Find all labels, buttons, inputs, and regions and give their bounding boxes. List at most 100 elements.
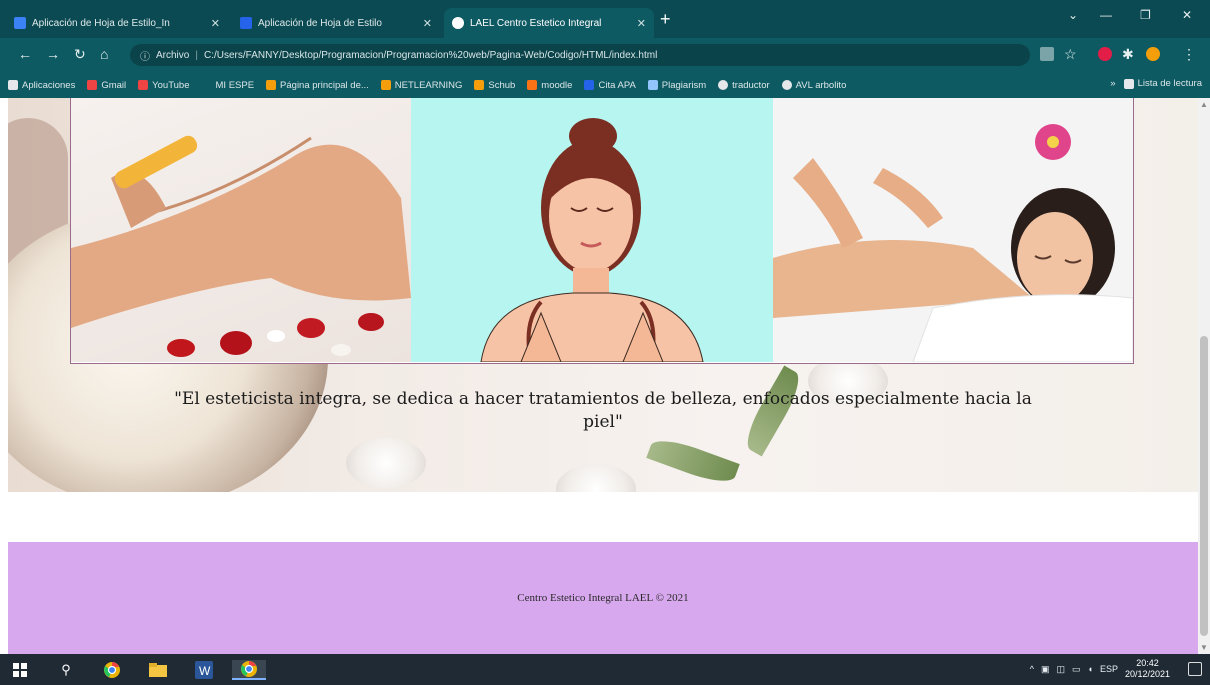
system-tray: ^ ▣ ◫ ▭ ◖ ESP 20:42 20/12/2021 — [1030, 658, 1170, 680]
gmail-icon — [87, 80, 98, 90]
page-footer: Centro Estetico Integral LAEL © 2021 — [8, 542, 1198, 654]
docs-icon — [14, 17, 26, 29]
wifi-icon[interactable]: ◫ — [1056, 664, 1065, 675]
background-leaf — [646, 433, 740, 489]
chrome-active-window[interactable] — [232, 660, 266, 680]
chrome-icon[interactable] — [102, 660, 122, 680]
bookmark-label: AVL arbolito — [795, 79, 847, 91]
bookmark-schub[interactable]: Schub — [474, 80, 515, 91]
bookmark-label: traductor — [732, 79, 770, 91]
bookmark-plagiarism[interactable]: Plagiarism — [647, 79, 707, 91]
tab-hoja-estilo[interactable]: Aplicación de Hoja de Estilo ✕ — [232, 8, 440, 38]
globe-icon — [452, 17, 464, 29]
notifications-icon[interactable] — [1188, 662, 1202, 676]
scroll-down-icon[interactable]: ▼ — [1200, 643, 1208, 652]
bookmarks-right: » Lista de lectura — [1110, 78, 1202, 89]
bookmark-avl[interactable]: AVL arbolito — [781, 79, 847, 91]
word-icon[interactable]: W — [194, 660, 214, 680]
tab-lael[interactable]: LAEL Centro Estetico Integral ✕ — [444, 8, 654, 38]
bookmark-moodle[interactable]: moodle — [527, 80, 572, 91]
tab-title: Aplicación de Hoja de Estilo — [258, 17, 382, 29]
apps-grid-icon — [8, 80, 18, 90]
home-icon[interactable]: ⌂ — [100, 47, 108, 61]
browser-toolbar: ← → ↻ ⌂ ⓘ Archivo | C:/Users/FANNY/Deskt… — [0, 38, 1210, 72]
scroll-thumb[interactable] — [1200, 336, 1208, 636]
reading-list-label: Lista de lectura — [1137, 78, 1202, 89]
scroll-up-icon[interactable]: ▲ — [1200, 100, 1208, 109]
reader-mode-icon[interactable] — [1040, 47, 1054, 61]
volume-icon[interactable]: ◖ — [1088, 664, 1093, 674]
espe-icon — [201, 80, 212, 90]
apa-icon — [584, 80, 595, 90]
reload-icon[interactable]: ↻ — [74, 47, 86, 61]
bookmark-label: YouTube — [152, 79, 190, 91]
language-indicator[interactable]: ESP — [1100, 664, 1118, 674]
app-tray-icon[interactable]: ▣ — [1041, 664, 1050, 675]
footer-text: Centro Estetico Integral LAEL © 2021 — [517, 592, 689, 604]
extension-adblock-icon[interactable] — [1098, 47, 1112, 61]
windows-start-icon[interactable] — [10, 660, 30, 680]
forward-icon[interactable]: → — [46, 47, 60, 61]
bookmark-mi-espe[interactable]: MI ESPE — [201, 79, 255, 91]
avatar[interactable] — [1146, 47, 1160, 61]
tab-search-icon[interactable]: ⌄ — [1068, 8, 1078, 22]
bookmark-label: MI ESPE — [215, 79, 255, 91]
schub-icon — [474, 80, 485, 90]
image-gallery — [70, 98, 1134, 364]
extensions-puzzle-icon[interactable]: ✱ — [1122, 47, 1134, 61]
windows-taskbar: ⚲ W ^ ▣ ◫ ▭ ◖ ESP 20:42 20/12/2021 — [0, 654, 1210, 685]
bookmark-gmail[interactable]: Gmail — [87, 80, 126, 91]
search-icon[interactable]: ⚲ — [56, 660, 76, 680]
massage-image — [773, 98, 1133, 362]
network-icon[interactable]: ▭ — [1072, 664, 1081, 675]
bookmark-traductor[interactable]: traductor — [718, 80, 770, 91]
background-candle — [346, 438, 426, 488]
bookmark-aplicaciones[interactable]: Aplicaciones — [8, 80, 75, 91]
info-icon[interactable]: ⓘ — [140, 48, 150, 63]
bookmark-label: Aplicaciones — [22, 79, 76, 91]
page-scrollbar[interactable]: ▲ ▼ — [1198, 98, 1210, 654]
new-tab-button[interactable]: + — [660, 10, 671, 28]
close-icon[interactable]: ✕ — [423, 17, 432, 30]
close-icon[interactable]: ✕ — [637, 17, 646, 30]
netlearning-icon — [380, 80, 391, 90]
minimize-button[interactable]: — — [1100, 8, 1112, 22]
back-icon[interactable]: ← — [18, 47, 32, 61]
page-viewport: "El esteticista integra, se dedica a hac… — [0, 98, 1198, 654]
bookmark-label: Plagiarism — [661, 79, 707, 91]
waxing-image — [71, 98, 411, 362]
globe-icon — [781, 80, 792, 90]
close-icon[interactable]: ✕ — [211, 17, 220, 30]
bookmark-netlearning[interactable]: NETLEARNING — [380, 79, 463, 91]
bookmark-label: NETLEARNING — [394, 79, 463, 91]
tab-title: LAEL Centro Estetico Integral — [470, 17, 602, 29]
more-bookmarks-icon[interactable]: » — [1110, 78, 1115, 89]
file-explorer-icon[interactable] — [148, 660, 168, 680]
reading-list-icon — [1123, 78, 1134, 89]
page-icon — [266, 80, 277, 90]
hero-section: "El esteticista integra, se dedica a hac… — [8, 98, 1198, 492]
bookmark-label: Página principal de... — [280, 79, 369, 91]
maximize-button[interactable]: ❐ — [1140, 8, 1151, 22]
chevron-up-icon[interactable]: ^ — [1030, 664, 1034, 674]
menu-kebab-icon[interactable]: ⋮ — [1182, 47, 1196, 61]
bookmark-cita-apa[interactable]: Cita APA — [584, 79, 636, 91]
clock-time: 20:42 — [1136, 658, 1159, 668]
bookmark-pagina-principal[interactable]: Página principal de... — [266, 80, 369, 91]
svg-text:W: W — [199, 664, 211, 678]
address-bar[interactable]: ⓘ Archivo | C:/Users/FANNY/Desktop/Progr… — [130, 44, 1030, 66]
scheme-label: Archivo — [156, 49, 190, 61]
reading-list-button[interactable]: Lista de lectura — [1123, 78, 1202, 89]
bookmark-youtube[interactable]: YouTube — [138, 79, 190, 91]
close-window-button[interactable]: ✕ — [1182, 8, 1192, 22]
moodle-icon — [527, 80, 538, 90]
translate-icon — [718, 80, 729, 90]
bookmark-label: Schub — [488, 79, 516, 91]
clock[interactable]: 20:42 20/12/2021 — [1125, 658, 1170, 680]
tab-hoja-estilo-in[interactable]: Aplicación de Hoja de Estilo_In ✕ — [6, 8, 228, 38]
star-icon[interactable]: ☆ — [1064, 47, 1077, 61]
youtube-icon — [138, 80, 149, 90]
clock-date: 20/12/2021 — [1124, 669, 1170, 679]
bookmark-label: Cita APA — [598, 79, 636, 91]
bookmark-label: Gmail — [101, 79, 127, 91]
